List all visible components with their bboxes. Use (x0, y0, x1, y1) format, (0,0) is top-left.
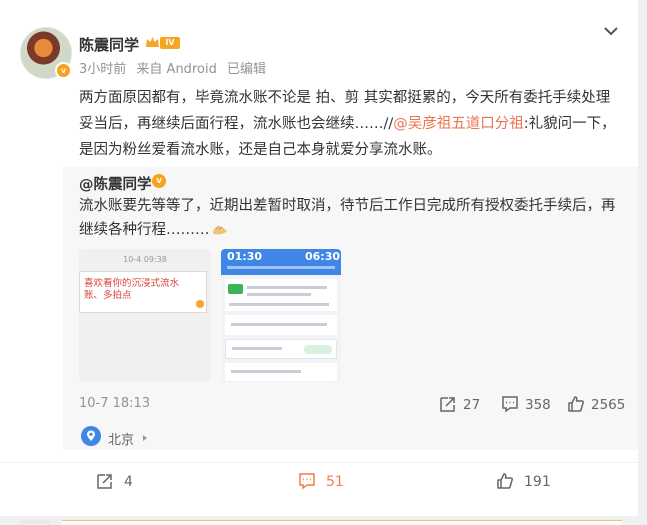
image2-text-line (232, 347, 282, 350)
post-meta: 3小时前 来自 Android 已编辑 (79, 58, 272, 77)
comment-icon (299, 473, 315, 490)
retweet-repost-button[interactable]: 27 (439, 395, 480, 413)
image2-service-chip (304, 345, 332, 354)
post-author[interactable]: 陈震同学 (79, 34, 139, 55)
image2-footer-panel (225, 363, 337, 381)
repost-icon (97, 474, 112, 489)
verified-badge-icon: v (55, 62, 72, 79)
like-icon (497, 473, 513, 489)
retweet-author[interactable]: @陈震同学 (79, 173, 152, 194)
weibo-post-card: v 陈震同学 IV 3小时前 来自 Android 已编辑 两方面原因都有，毕竟… (0, 0, 638, 525)
image1-comment-card: 喜欢看你的沉浸式流水账、多拍点 (79, 271, 207, 313)
image2-detail-panel (225, 315, 337, 335)
comment-icon (502, 396, 518, 413)
clap-emoji (212, 225, 227, 235)
retweet-verified-badge-icon: v (152, 174, 166, 188)
retweet-image-2[interactable]: 01:30 06:30 (221, 249, 341, 382)
location-label[interactable]: 北京 (108, 429, 134, 448)
image2-header: 01:30 06:30 (221, 249, 341, 275)
image2-service-panel (225, 339, 337, 359)
post-source: 来自 Android (136, 62, 217, 77)
post-text: 两方面原因都有，毕竟流水账不论是 拍、剪 其实都挺累的，今天所有委托手续处理妥当… (79, 85, 624, 163)
image2-arrive-time: 06:30 (305, 250, 341, 263)
retweet-card[interactable]: @陈震同学 v 流水账要先等等了，近期出差暂时取消，待节后工作日完成所有授权委托… (63, 167, 638, 450)
like-count: 191 (524, 474, 551, 490)
image1-sticker-icon (196, 300, 204, 308)
retweet-like-count: 2565 (591, 397, 626, 413)
retweet-like-button[interactable]: 2565 (567, 395, 625, 413)
comment-button[interactable]: 51 (298, 472, 344, 492)
image2-route-line (227, 266, 335, 269)
image1-date: 10-4 09:38 (123, 255, 167, 264)
image1-note: 喜欢看你的沉浸式流水账、多拍点 (84, 278, 180, 301)
like-icon (568, 396, 584, 412)
more-icon[interactable] (604, 26, 618, 36)
retweet-date[interactable]: 10-7 18:13 (79, 396, 150, 411)
image2-text-line (231, 323, 327, 326)
image2-status-panel (225, 279, 337, 311)
retweet-text-body: 流水账要先等等了，近期出差暂时取消，待节后工作日完成所有授权委托手续后，再继续各… (79, 198, 616, 238)
chevron-right-icon (143, 435, 147, 441)
repost-button[interactable]: 4 (96, 472, 133, 492)
image2-status-chip (228, 284, 243, 294)
mention-link[interactable]: @吴彦祖五道口分祖 (393, 116, 524, 132)
image2-text-line (247, 293, 311, 296)
retweet-image-1[interactable]: 10-4 09:38 喜欢看你的沉浸式流水账、多拍点 (79, 249, 211, 382)
crown-icon (146, 37, 159, 47)
retweet-text: 流水账要先等等了，近期出差暂时取消，待节后工作日完成所有授权委托手续后，再继续各… (79, 194, 624, 242)
repost-icon (440, 397, 455, 412)
image2-text-line (247, 286, 327, 289)
comment-count: 51 (326, 474, 344, 490)
level-badge: IV (160, 37, 180, 49)
image2-text-line (231, 370, 301, 373)
comment-box-edge (62, 520, 622, 525)
retweet-comment-button[interactable]: 358 (501, 395, 551, 413)
post-time[interactable]: 3小时前 (79, 62, 126, 77)
image2-depart-time: 01:30 (227, 250, 263, 263)
image2-text-line (229, 303, 329, 306)
location-icon (81, 426, 101, 446)
retweet-comment-count: 358 (525, 397, 551, 413)
retweet-repost-count: 27 (463, 397, 481, 413)
page-gutter (638, 0, 647, 524)
action-divider (0, 462, 638, 463)
edited-label[interactable]: 已编辑 (227, 62, 266, 77)
repost-count: 4 (124, 474, 133, 490)
next-avatar-stub (20, 520, 50, 524)
like-button[interactable]: 191 (496, 472, 551, 492)
